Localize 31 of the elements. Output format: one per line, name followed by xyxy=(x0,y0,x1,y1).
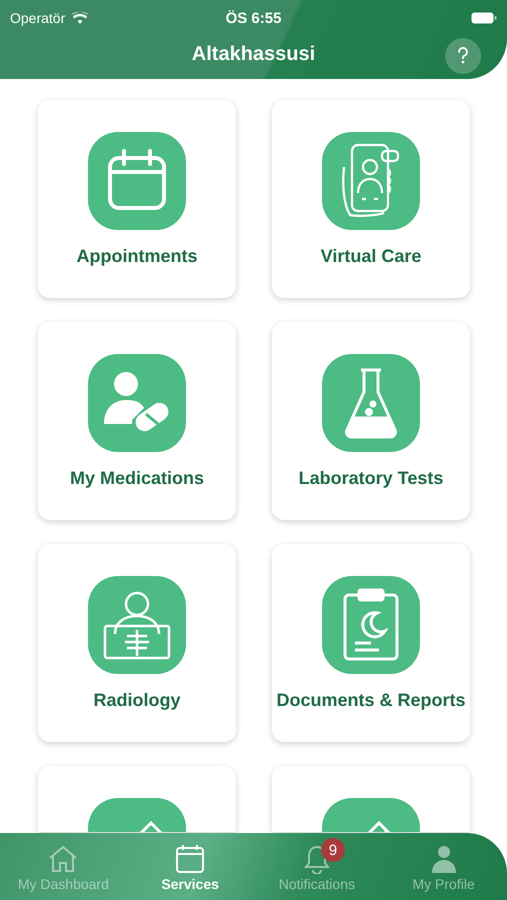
question-icon xyxy=(456,46,470,66)
service-card[interactable]: Radiology xyxy=(38,544,236,742)
home-icon xyxy=(47,844,80,874)
phone-doctor-icon xyxy=(322,132,420,230)
service-label: Radiology xyxy=(93,690,180,711)
service-label: Appointments xyxy=(76,246,198,267)
tab-item[interactable]: 9 Notifications xyxy=(254,836,380,892)
service-label: Documents & Reports xyxy=(276,690,466,711)
service-card[interactable] xyxy=(38,766,236,832)
calendar-icon xyxy=(88,132,186,230)
status-time: ÖS 6:55 xyxy=(226,10,282,26)
help-button[interactable] xyxy=(445,38,481,74)
service-card[interactable] xyxy=(272,766,470,832)
service-card[interactable]: Appointments xyxy=(38,100,236,298)
xray-icon xyxy=(88,576,186,674)
service-card[interactable]: My Medications xyxy=(38,322,236,520)
notification-badge: 9 xyxy=(320,838,345,862)
page-title: Altakhassusi xyxy=(192,42,316,66)
calendar-icon xyxy=(174,844,206,874)
carrier-name: Operatör xyxy=(10,10,66,26)
wifi-icon xyxy=(71,12,90,24)
flask-icon xyxy=(322,354,420,452)
service-label: Virtual Care xyxy=(320,246,422,267)
service-label: Laboratory Tests xyxy=(298,468,444,489)
service-card[interactable]: Laboratory Tests xyxy=(272,322,470,520)
battery-icon xyxy=(471,12,497,24)
service-card[interactable]: Documents & Reports xyxy=(272,544,470,742)
service-label: My Medications xyxy=(70,468,204,489)
clipboard-icon xyxy=(322,576,420,674)
service-card[interactable]: Virtual Care xyxy=(272,100,470,298)
person-pill-icon xyxy=(88,354,186,452)
